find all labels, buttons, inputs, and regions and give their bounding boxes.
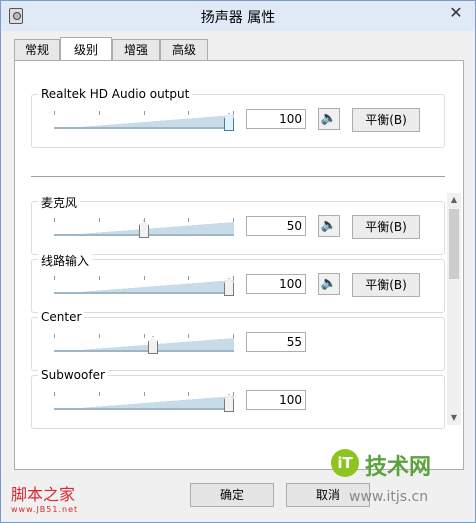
slider-tick	[188, 392, 189, 396]
slider-tick	[233, 111, 234, 115]
volume-value-field[interactable]: 100	[246, 109, 306, 129]
slider-tick	[144, 334, 145, 338]
watermark-jb51-text: 脚本之家	[11, 485, 76, 504]
speaker-mute-icon[interactable]: 🔈	[318, 108, 340, 130]
slider-tick	[188, 111, 189, 115]
volume-slider[interactable]	[54, 274, 234, 296]
speaker-mute-icon[interactable]: 🔈	[318, 273, 340, 295]
slider-tick	[99, 276, 100, 280]
close-button[interactable]: ✕	[445, 3, 467, 23]
watermark-itjs-url: www.itjs.cn	[349, 489, 429, 505]
volume-slider[interactable]	[54, 332, 234, 354]
properties-window: 扬声器 属性 ✕ 常规 级别 增强 高级 Realtek HD Audio ou…	[0, 0, 476, 523]
slider-tick	[233, 276, 234, 280]
watermark-itjs: iT 技术网 www.itjs.cn	[331, 449, 471, 519]
slider-tick	[99, 218, 100, 222]
slider-tick	[54, 276, 55, 280]
slider-tick	[144, 111, 145, 115]
slider-tick	[188, 334, 189, 338]
tab-advanced[interactable]: 高级	[160, 39, 208, 61]
slider-tick	[99, 111, 100, 115]
watermark-jb51-url: www.JB51.net	[11, 505, 79, 514]
slider-tick	[144, 392, 145, 396]
slider-tick	[99, 392, 100, 396]
device-label: 线路输入	[38, 252, 93, 269]
vertical-scrollbar[interactable]: ▲ ▼	[447, 193, 461, 425]
scrollbar-thumb[interactable]	[449, 209, 459, 279]
slider-tick	[144, 276, 145, 280]
volume-value-field[interactable]: 100	[246, 390, 306, 410]
watermark-jb51: 脚本之家 www.JB51.net	[11, 481, 78, 514]
slider-tick	[54, 218, 55, 222]
scroll-up-arrow-icon[interactable]: ▲	[447, 193, 461, 207]
balance-button[interactable]: 平衡(B)	[352, 273, 420, 297]
device-center: Center 55	[31, 310, 445, 371]
slider-tick	[99, 334, 100, 338]
slider-tick	[54, 334, 55, 338]
slider-tick	[233, 392, 234, 396]
device-realtek-output: Realtek HD Audio output 100 🔈 平衡(B)	[31, 87, 445, 148]
slider-tick	[233, 334, 234, 338]
device-microphone: 麦克风 50 🔈 平衡(B)	[31, 194, 445, 255]
levels-panel: Realtek HD Audio output 100 🔈 平衡(B) 麦克风 …	[14, 60, 464, 470]
volume-slider[interactable]	[54, 216, 234, 238]
tab-levels[interactable]: 级别	[60, 37, 112, 61]
slider-tick	[188, 218, 189, 222]
balance-button[interactable]: 平衡(B)	[352, 215, 420, 239]
volume-value-field[interactable]: 55	[246, 332, 306, 352]
slider-tick	[233, 218, 234, 222]
device-label: Center	[38, 310, 85, 324]
volume-value-field[interactable]: 50	[246, 216, 306, 236]
slider-tick	[188, 276, 189, 280]
device-line-in: 线路输入 100 🔈 平衡(B)	[31, 252, 445, 313]
balance-button[interactable]: 平衡(B)	[352, 108, 420, 132]
volume-slider[interactable]	[54, 390, 234, 412]
separator	[31, 176, 445, 177]
volume-slider[interactable]	[54, 109, 234, 131]
scroll-down-arrow-icon[interactable]: ▼	[447, 411, 461, 425]
device-label: Realtek HD Audio output	[38, 87, 193, 101]
speaker-mute-icon[interactable]: 🔈	[318, 215, 340, 237]
slider-tick	[144, 218, 145, 222]
slider-tick	[54, 392, 55, 396]
device-label: Subwoofer	[38, 368, 108, 382]
device-label: 麦克风	[38, 194, 81, 211]
device-subwoofer: Subwoofer 100	[31, 368, 445, 429]
watermark-itjs-text: 技术网	[365, 455, 432, 480]
device-scroll-list: 麦克风 50 🔈 平衡(B) 线路输入 100 🔈 平衡(B) Center 5…	[15, 191, 463, 469]
title-bar: 扬声器 属性 ✕	[1, 1, 475, 31]
itjs-logo-icon: iT	[331, 449, 359, 477]
ok-button[interactable]: 确定	[190, 483, 274, 507]
tab-general[interactable]: 常规	[14, 39, 60, 61]
slider-tick	[54, 111, 55, 115]
volume-value-field[interactable]: 100	[246, 274, 306, 294]
tab-enhancements[interactable]: 增强	[112, 39, 160, 61]
window-title: 扬声器 属性	[200, 10, 276, 26]
